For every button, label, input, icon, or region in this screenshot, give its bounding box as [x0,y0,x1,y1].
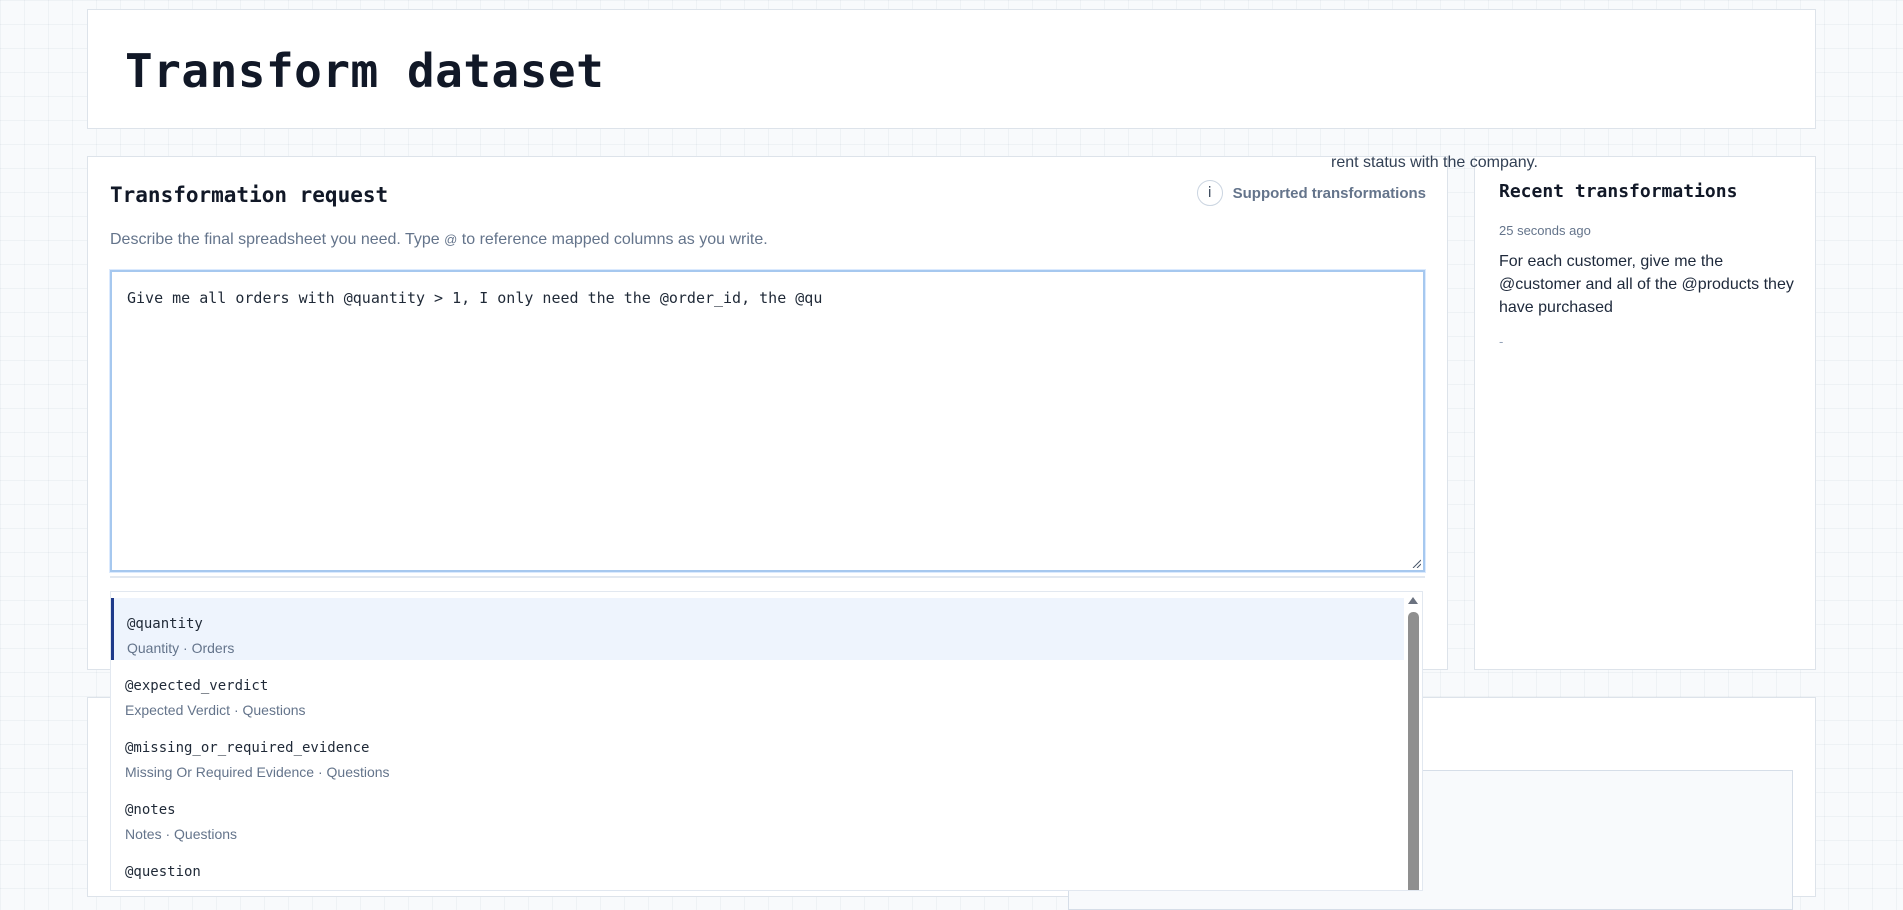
page-header: Transform dataset [87,9,1816,129]
request-input-wrapper: Give me all orders with @quantity > 1, I… [110,270,1425,572]
scroll-up-icon[interactable] [1408,597,1418,604]
option-name: @notes [125,802,176,818]
autocomplete-option[interactable]: @notes Notes · Questions [111,784,1406,846]
request-description: Describe the final spreadsheet you need.… [110,231,768,249]
option-meta: Missing Or Required Evidence · Questions [125,764,390,780]
column-autocomplete-dropdown[interactable]: @quantity Quantity · Orders @expected_ve… [110,591,1423,891]
autocomplete-option[interactable]: @quantity Quantity · Orders [111,598,1406,660]
info-icon: i [1196,180,1223,206]
supported-transformations-link[interactable]: i Supported transformations [1196,180,1426,206]
panel-title: Transformation request [110,183,389,207]
recent-item-text[interactable]: For each customer, give me the @customer… [1499,250,1795,319]
option-name: @quantity [127,616,203,632]
recent-item-status: - [1499,334,1504,349]
divider [110,576,1425,578]
description-text: Describe the final spreadsheet you need.… [110,231,445,248]
page-title: Transform dataset [125,44,605,98]
supported-transformations-label: Supported transformations [1232,184,1426,202]
dropdown-scrollbar[interactable] [1404,592,1422,890]
autocomplete-option[interactable]: @expected_verdict Expected Verdict · Que… [111,660,1406,722]
option-meta: Expected Verdict · Questions [125,702,306,718]
option-name: @expected_verdict [125,678,269,694]
scrollbar-thumb[interactable] [1408,612,1419,890]
result-preview-text: rent status with the company. [1331,154,1538,171]
autocomplete-option[interactable]: @question [111,846,1406,890]
recent-title: Recent transformations [1499,181,1738,202]
recent-transformations-panel: Recent transformations 25 seconds ago Fo… [1474,156,1816,670]
option-name: @question [125,864,201,880]
description-at-symbol: @ [444,232,458,247]
option-name: @missing_or_required_evidence [125,740,370,756]
request-input[interactable]: Give me all orders with @quantity > 1, I… [112,272,1423,570]
option-meta: Quantity · Orders [127,640,235,656]
description-text-end: to reference mapped columns as you write… [457,231,768,248]
recent-item-time: 25 seconds ago [1499,223,1591,238]
resize-handle-icon[interactable] [1411,558,1421,568]
option-meta: Notes · Questions [125,826,238,842]
autocomplete-option[interactable]: @missing_or_required_evidence Missing Or… [111,722,1406,784]
